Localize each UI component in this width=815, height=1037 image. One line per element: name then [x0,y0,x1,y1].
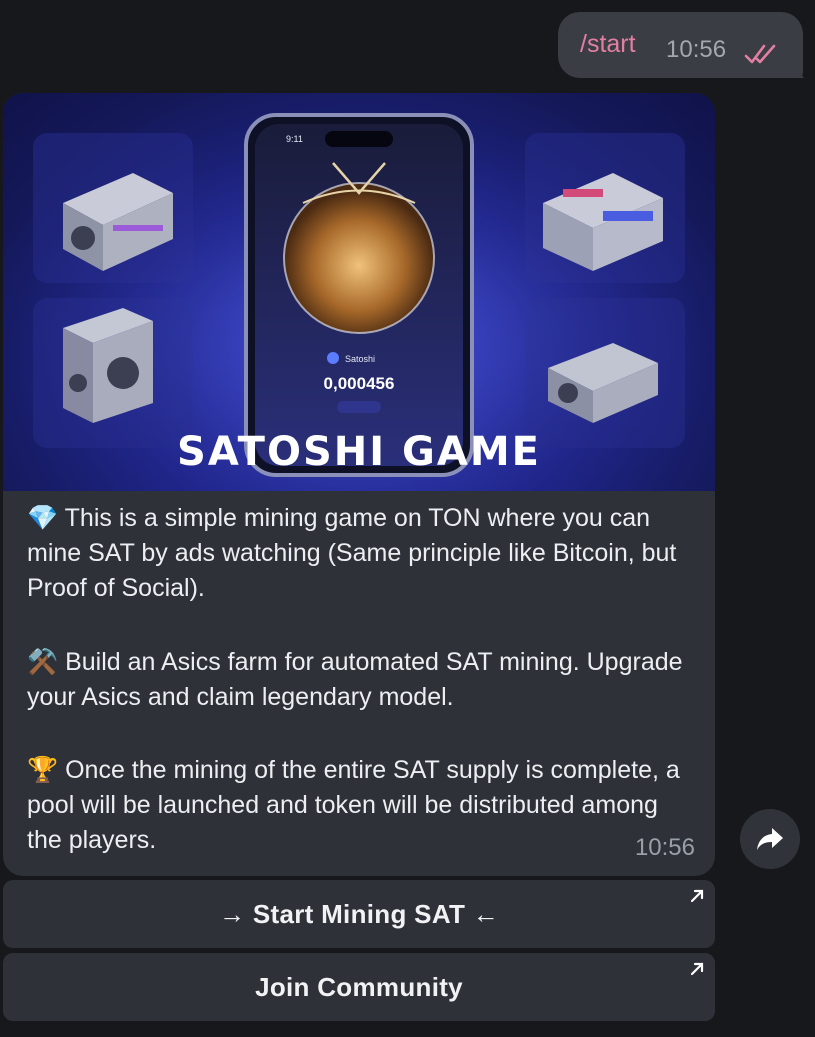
chat-area: /start 10:56 9:11 Satoshi 0,000456 SATOS… [0,0,815,1037]
bubble-tail [790,58,804,78]
paragraph-text: Build an Asics farm for automated SAT mi… [27,648,683,711]
message-time: 10:56 [634,834,695,861]
external-link-icon [690,889,704,903]
paragraph-text: This is a simple mining game on TON wher… [27,504,677,602]
start-mining-button[interactable]: → Start Mining SAT ← [3,880,715,948]
trophy-icon: 🏆 [27,756,59,784]
phone-balance: 0,000456 [324,374,395,393]
forward-button[interactable] [740,809,800,869]
double-check-icon [744,44,776,64]
hammer-pick-icon: ⚒️ [27,648,59,676]
start-mining-label: → Start Mining SAT ← [219,898,499,929]
game-banner[interactable]: 9:11 Satoshi 0,000456 SATOSHI GAME [3,93,715,491]
paragraph-build: ⚒️ Build an Asics farm for automated SAT… [27,645,697,715]
bot-message: 9:11 Satoshi 0,000456 SATOSHI GAME 💎 Thi… [3,93,715,876]
message-body: 💎 This is a simple mining game on TON wh… [3,491,715,876]
command-text[interactable]: /start [580,30,636,59]
join-community-button[interactable]: Join Community [3,953,715,1021]
phone-time: 9:11 [286,134,303,144]
external-link-icon [690,962,704,976]
phone-mockup: 9:11 Satoshi 0,000456 [244,113,474,477]
message-time: 10:56 [666,36,727,63]
join-community-label: Join Community [255,971,463,1002]
gem-icon: 💎 [27,504,59,532]
forward-icon [757,828,783,850]
paragraph-about: 💎 This is a simple mining game on TON wh… [27,501,697,606]
outgoing-message[interactable]: /start 10:56 [558,12,803,78]
banner-illustration: 9:11 Satoshi 0,000456 SATOSHI GAME [3,93,715,491]
phone-username: Satoshi [345,354,375,364]
banner-title: SATOSHI GAME [177,429,541,475]
paragraph-pool: 🏆 Once the mining of the entire SAT supp… [27,753,697,858]
paragraph-text: Once the mining of the entire SAT supply… [27,756,680,854]
